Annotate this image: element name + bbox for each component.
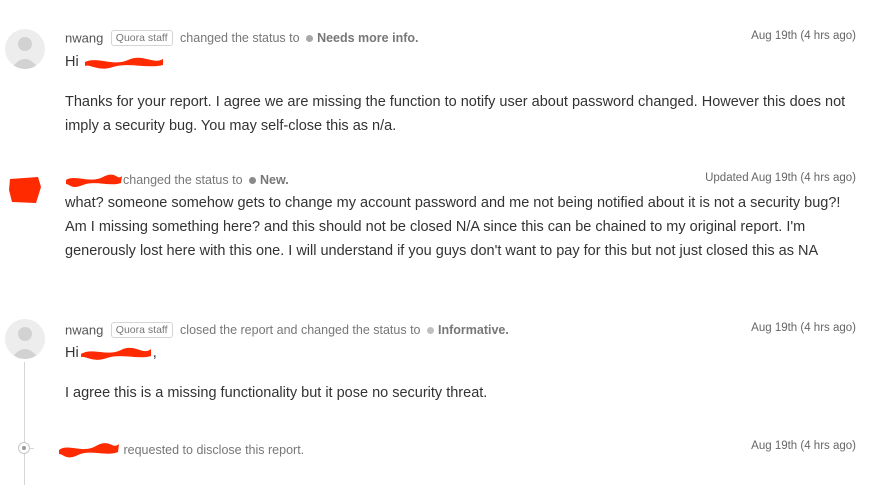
entry-header: nwang Quora staff changed the status to … [65, 30, 882, 48]
username-link[interactable]: nwang [65, 323, 103, 338]
comment-body: Hi Thanks for your report. I agree we ar… [65, 50, 865, 138]
redacted-username [59, 443, 119, 458]
timeline-node-icon [18, 442, 30, 454]
comment-body: Hi, I agree this is a missing functional… [65, 341, 865, 405]
username-link[interactable]: nwang [65, 31, 103, 46]
redacted-username [66, 174, 122, 187]
status-dot-icon [306, 34, 314, 42]
timestamp[interactable]: Aug 19th (4 hrs ago) [751, 322, 856, 334]
status-dot-icon [426, 326, 434, 334]
action-text: changed the status to [123, 173, 243, 187]
redaction-mark [80, 348, 151, 360]
action-text: closed the report and changed the status… [180, 323, 421, 337]
timeline-line [24, 362, 25, 485]
greeting-text: Hi [65, 345, 79, 361]
redaction-mark [84, 57, 163, 69]
default-user-avatar-icon[interactable] [5, 319, 45, 359]
redacted-avatar [9, 177, 41, 203]
default-user-avatar-icon[interactable] [5, 29, 45, 69]
entry-header: changed the status to New. Updated Aug 1… [65, 172, 882, 190]
action-text: requested to disclose this report. [123, 443, 305, 457]
comment-paragraph: what? someone somehow gets to change my … [65, 195, 841, 259]
staff-badge: Quora staff [110, 322, 173, 338]
greeting-line: Hi, [65, 341, 865, 365]
timestamp[interactable]: Aug 19th (4 hrs ago) [751, 440, 856, 452]
staff-badge: Quora staff [110, 30, 173, 46]
comment-paragraph: I agree this is a missing functionality … [65, 385, 488, 401]
timestamp[interactable]: Updated Aug 19th (4 hrs ago) [705, 172, 856, 184]
status-dot-icon [249, 176, 257, 184]
status-label: New. [260, 173, 289, 187]
entry-header: requested to disclose this report. Aug 1… [58, 440, 882, 458]
action-text: changed the status to [180, 31, 300, 45]
status-label: Needs more info. [317, 31, 419, 45]
greeting-line: Hi [65, 50, 865, 74]
status-label: Informative. [437, 323, 509, 337]
timestamp[interactable]: Aug 19th (4 hrs ago) [751, 30, 856, 42]
entry-header: nwang Quora staff closed the report and … [65, 322, 882, 340]
comment-body: what? someone somehow gets to change my … [65, 191, 865, 263]
greeting-text: Hi [65, 54, 79, 70]
greeting-suffix: , [152, 345, 157, 361]
comment-paragraph: Thanks for your report. I agree we are m… [65, 94, 846, 134]
